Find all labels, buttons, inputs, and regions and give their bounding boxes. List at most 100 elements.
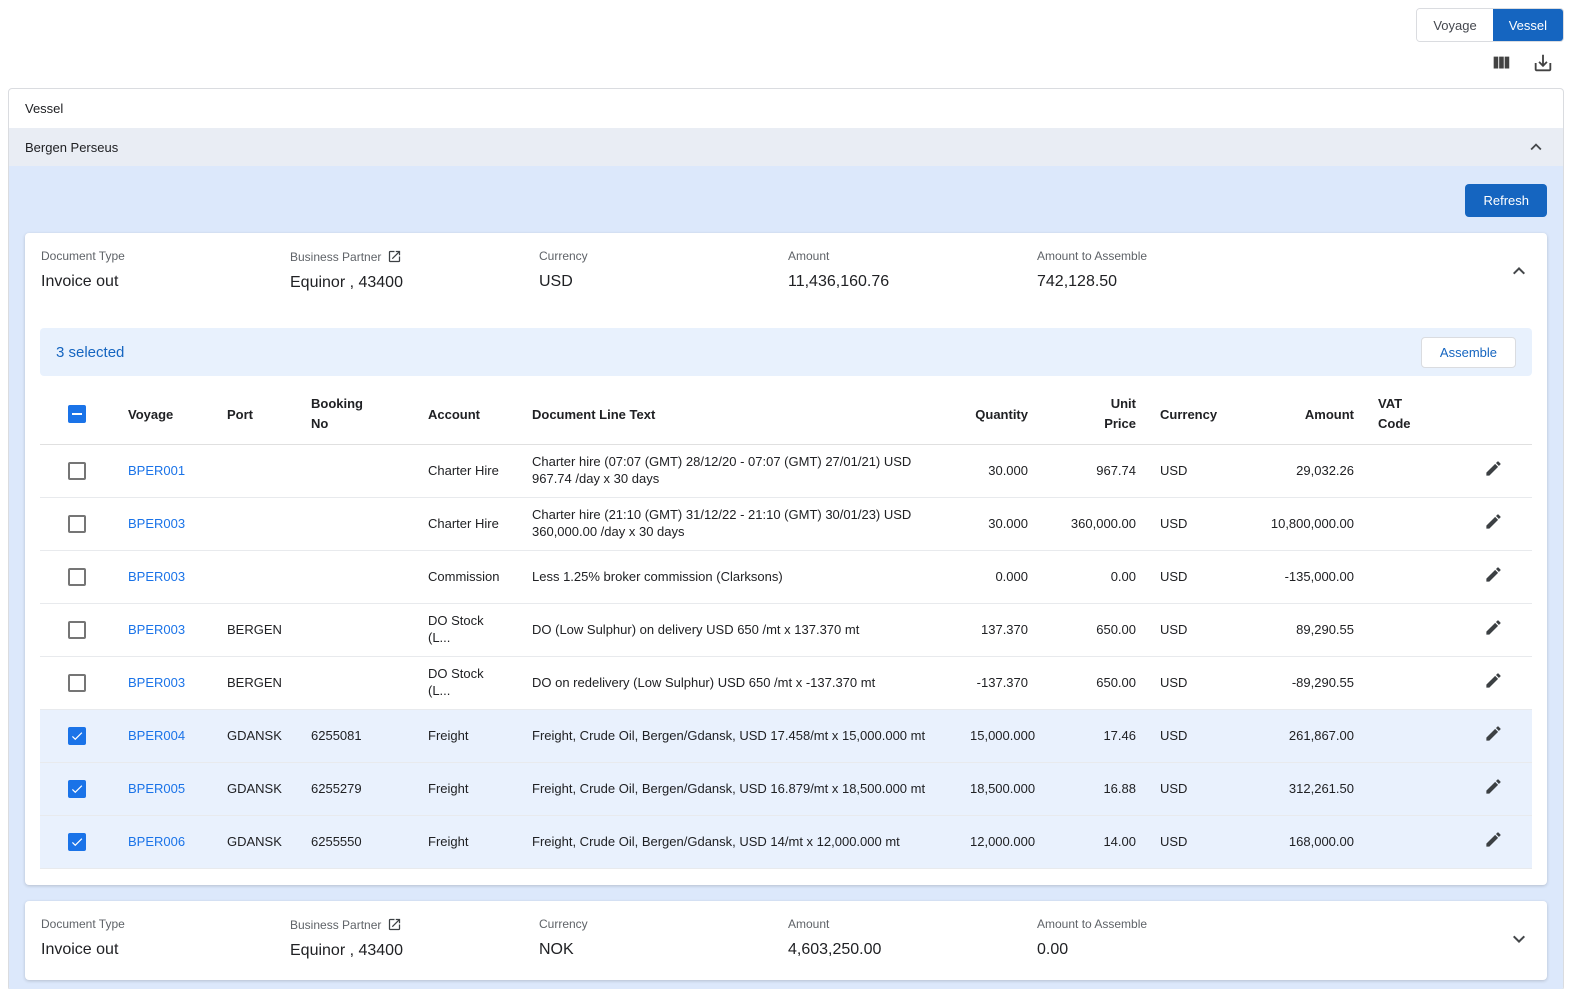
edit-icon[interactable] <box>1484 777 1503 796</box>
edit-cell <box>1455 657 1532 710</box>
document-summary: Document Type Invoice out Business Partn… <box>25 233 1547 312</box>
voyage-cell: BPER003 <box>116 498 215 551</box>
row-select-cell <box>40 657 116 710</box>
row-checkbox[interactable] <box>68 674 86 692</box>
quantity-cell: 18,500.000 <box>958 763 1040 816</box>
port-cell <box>215 445 299 498</box>
row-checkbox[interactable] <box>68 568 86 586</box>
edit-icon[interactable] <box>1484 724 1503 743</box>
edit-icon[interactable] <box>1484 459 1503 478</box>
row-checkbox[interactable] <box>68 780 86 798</box>
columns-icon[interactable] <box>1490 52 1512 74</box>
booking-no-cell <box>299 604 416 657</box>
voyage-cell: BPER003 <box>116 657 215 710</box>
edit-icon[interactable] <box>1484 671 1503 690</box>
table-row: BPER003BERGENDO Stock (L...DO on redeliv… <box>40 657 1532 710</box>
voyage-link[interactable]: BPER003 <box>128 622 185 637</box>
open-in-new-icon[interactable] <box>387 249 402 264</box>
port-cell: GDANSK <box>215 710 299 763</box>
field-value: 4,603,250.00 <box>788 941 1027 959</box>
field-label: Currency <box>539 917 778 931</box>
header-booking-no-label: Booking No <box>311 394 367 434</box>
voyage-link[interactable]: BPER003 <box>128 675 185 690</box>
account-cell: Freight <box>416 763 520 816</box>
voyage-link[interactable]: BPER004 <box>128 728 185 743</box>
amount-cell: -89,290.55 <box>1240 657 1366 710</box>
collapse-document-icon[interactable] <box>1507 259 1531 283</box>
header-port-label: Port <box>227 407 253 422</box>
vat-code-cell <box>1366 604 1455 657</box>
voyage-link[interactable]: BPER005 <box>128 781 185 796</box>
card-title: Vessel <box>9 89 1563 128</box>
voyage-link[interactable]: BPER003 <box>128 569 185 584</box>
header-port: Port <box>215 384 299 445</box>
header-unit-price-label: Unit Price <box>1080 394 1136 434</box>
quantity-cell: -137.370 <box>958 657 1040 710</box>
top-controls: Voyage Vessel <box>0 0 1572 42</box>
document-line-text-cell: Freight, Crude Oil, Bergen/Gdansk, USD 1… <box>520 816 958 869</box>
edit-icon[interactable] <box>1484 565 1503 584</box>
edit-cell <box>1455 604 1532 657</box>
row-checkbox[interactable] <box>68 727 86 745</box>
edit-icon[interactable] <box>1484 618 1503 637</box>
currency-cell: USD <box>1148 763 1240 816</box>
voyage-cell: BPER003 <box>116 604 215 657</box>
booking-no-cell: 6255081 <box>299 710 416 763</box>
unit-price-cell: 14.00 <box>1040 816 1148 869</box>
expand-document-icon[interactable] <box>1507 927 1531 951</box>
header-amount: Amount <box>1240 384 1366 445</box>
booking-no-cell <box>299 657 416 710</box>
row-checkbox[interactable] <box>68 515 86 533</box>
account-cell: Charter Hire <box>416 498 520 551</box>
row-checkbox[interactable] <box>68 462 86 480</box>
vessel-toggle-button[interactable]: Vessel <box>1493 9 1563 41</box>
amount-cell: -135,000.00 <box>1240 551 1366 604</box>
vessel-group-header[interactable]: Bergen Perseus <box>9 128 1563 166</box>
row-select-cell <box>40 445 116 498</box>
assemble-button[interactable]: Assemble <box>1421 337 1516 368</box>
field-label-row: Business Partner <box>290 249 529 264</box>
booking-no-cell: 6255279 <box>299 763 416 816</box>
download-icon[interactable] <box>1532 52 1554 74</box>
unit-price-cell: 650.00 <box>1040 657 1148 710</box>
refresh-button[interactable]: Refresh <box>1465 184 1547 217</box>
amount-cell: 10,800,000.00 <box>1240 498 1366 551</box>
voyage-link[interactable]: BPER006 <box>128 834 185 849</box>
quantity-cell: 30.000 <box>958 445 1040 498</box>
table-row: BPER003BERGENDO Stock (L...DO (Low Sulph… <box>40 604 1532 657</box>
header-currency: Currency <box>1148 384 1240 445</box>
select-all-checkbox[interactable] <box>68 405 86 423</box>
unit-price-cell: 650.00 <box>1040 604 1148 657</box>
voyage-link[interactable]: BPER003 <box>128 516 185 531</box>
document-line-text-cell: Charter hire (07:07 (GMT) 28/12/20 - 07:… <box>520 445 958 498</box>
vat-code-cell <box>1366 445 1455 498</box>
vat-code-cell <box>1366 816 1455 869</box>
account-cell: Charter Hire <box>416 445 520 498</box>
voyage-link[interactable]: BPER001 <box>128 463 185 478</box>
header-voyage: Voyage <box>116 384 215 445</box>
field-value: NOK <box>539 941 778 959</box>
unit-price-cell: 17.46 <box>1040 710 1148 763</box>
open-in-new-icon[interactable] <box>387 917 402 932</box>
booking-no-cell <box>299 498 416 551</box>
header-amount-label: Amount <box>1305 407 1354 422</box>
row-checkbox[interactable] <box>68 833 86 851</box>
table-row: BPER004GDANSK6255081FreightFreight, Crud… <box>40 710 1532 763</box>
quantity-cell: 12,000.000 <box>958 816 1040 869</box>
row-select-cell <box>40 604 116 657</box>
vessel-card: Vessel Bergen Perseus Refresh Document T… <box>8 88 1564 989</box>
row-checkbox[interactable] <box>68 621 86 639</box>
header-unit-price: Unit Price <box>1040 384 1148 445</box>
currency-cell: USD <box>1148 710 1240 763</box>
field-label: Amount to Assemble <box>1037 249 1497 263</box>
collapse-chevron-up-icon[interactable] <box>1525 136 1547 158</box>
edit-icon[interactable] <box>1484 512 1503 531</box>
field-value: Equinor , 43400 <box>290 274 529 292</box>
port-cell: BERGEN <box>215 657 299 710</box>
edit-icon[interactable] <box>1484 830 1503 849</box>
voyage-toggle-button[interactable]: Voyage <box>1417 9 1492 41</box>
table-row: BPER005GDANSK6255279FreightFreight, Crud… <box>40 763 1532 816</box>
table-row: BPER003CommissionLess 1.25% broker commi… <box>40 551 1532 604</box>
vessel-name: Bergen Perseus <box>25 140 118 155</box>
row-select-cell <box>40 498 116 551</box>
